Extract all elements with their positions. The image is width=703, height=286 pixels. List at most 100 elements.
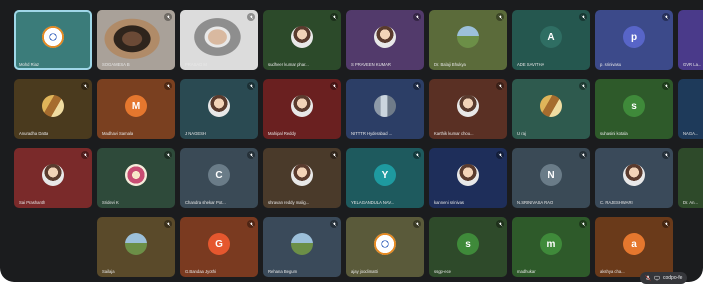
participant-name: C. RAJESHWARI <box>600 200 633 205</box>
participant-tile[interactable]: ajay joodimatti <box>346 217 424 277</box>
participant-tile[interactable]: s suhasini kotala <box>595 79 673 139</box>
self-view-chip[interactable]: codpo-fe <box>640 272 688 284</box>
participant-name: NAGA... <box>683 131 699 136</box>
mic-muted-icon <box>81 82 89 90</box>
participant-name: Madhavi Samala <box>102 131 134 136</box>
meeting-grid: Mohd Riaz SOGAMESA B PRASAD M sudheer kumar… <box>0 0 703 282</box>
mic-muted-icon <box>164 151 172 159</box>
participant-tile[interactable]: M Madhavi Samala <box>97 79 175 139</box>
mic-muted-icon <box>496 220 504 228</box>
mic-muted-icon <box>496 151 504 159</box>
participant-tile[interactable]: J NAGESH <box>180 79 258 139</box>
avatar <box>291 26 313 48</box>
participant-name: p. srinivasu <box>600 62 622 67</box>
participant-name: shravan reddy malig... <box>268 200 310 205</box>
avatar-initial: M <box>125 95 147 117</box>
participant-tile[interactable]: U raj <box>512 79 590 139</box>
participant-tile[interactable]: sudheer kumar phar... <box>263 10 341 70</box>
avatar <box>208 95 230 117</box>
mic-muted-icon <box>413 151 421 159</box>
avatar-initial: C <box>208 164 230 186</box>
mic-muted-icon <box>579 13 587 21</box>
participant-name: Karthik kumar chou... <box>434 131 474 136</box>
participant-tile[interactable]: C Chandra shekar Pot... <box>180 148 258 208</box>
participant-tile[interactable]: Sridevi K <box>97 148 175 208</box>
avatar-initial: s <box>623 95 645 117</box>
participant-name: suhasini kotala <box>600 131 628 136</box>
mic-muted-icon <box>247 151 255 159</box>
participant-tile[interactable]: Mohd Riaz <box>14 10 92 70</box>
participant-tile[interactable]: p p. srinivasu <box>595 10 673 70</box>
participant-name: Sailaja <box>102 269 115 274</box>
participant-tile[interactable]: Anuradha Datta <box>14 79 92 139</box>
avatar-initial: Y <box>374 164 396 186</box>
participant-video <box>180 10 258 70</box>
participant-name: Mohd Riaz <box>19 62 40 67</box>
avatar <box>374 95 396 117</box>
avatar <box>374 233 396 255</box>
participant-name: PRASAD M <box>185 62 207 67</box>
mic-muted-icon <box>413 13 421 21</box>
participant-name: ADE SAVITHA <box>517 62 545 67</box>
participant-tile[interactable]: NITTTR Hyderabad ... <box>346 79 424 139</box>
mic-muted-icon <box>496 13 504 21</box>
participant-tile[interactable]: s ssgp-ece <box>429 217 507 277</box>
participant-name: U raj <box>517 131 526 136</box>
participant-name: G.Bandaa Jyothi <box>185 269 216 274</box>
participant-tile[interactable]: a akshya cha... <box>595 217 673 277</box>
participant-tile[interactable]: C. RAJESHWARI <box>595 148 673 208</box>
participant-name: sudheer kumar phar... <box>268 62 309 67</box>
mic-off-icon <box>645 275 651 281</box>
participant-name: N.SRINIVASA RAO <box>517 200 554 205</box>
participant-tile[interactable]: m madhukar <box>512 217 590 277</box>
mic-muted-icon <box>579 82 587 90</box>
participant-tile[interactable]: Dr. Balaji Bhukya <box>429 10 507 70</box>
participant-tile[interactable]: Sailaja <box>97 217 175 277</box>
participant-tile[interactable]: S PRAVEEN KUMAR <box>346 10 424 70</box>
avatar-initial: a <box>623 233 645 255</box>
participant-name: Dr. Balaji Bhukya <box>434 62 466 67</box>
avatar <box>42 164 64 186</box>
participant-tile[interactable]: Karthik kumar chou... <box>429 79 507 139</box>
participant-name: Rehana Begum <box>268 269 298 274</box>
mic-muted-icon <box>330 82 338 90</box>
participant-name: NITTTR Hyderabad ... <box>351 131 393 136</box>
participant-tile[interactable]: Sai Prashanth <box>14 148 92 208</box>
participant-tile[interactable]: shravan reddy malig... <box>263 148 341 208</box>
participant-tile[interactable]: PRASAD M <box>180 10 258 70</box>
participant-name: kanneni srinivas <box>434 200 465 205</box>
avatar <box>42 95 64 117</box>
mic-muted-icon <box>81 151 89 159</box>
avatar <box>125 233 147 255</box>
participant-name: Sridevi K <box>102 200 119 205</box>
participant-tile[interactable]: Y YELAGANDULA NAV... <box>346 148 424 208</box>
participant-tile[interactable]: N N.SRINIVASA RAO <box>512 148 590 208</box>
mic-muted-icon <box>413 220 421 228</box>
participant-tile[interactable]: kanneni srinivas <box>429 148 507 208</box>
participant-tile[interactable]: Rehana Begum <box>263 217 341 277</box>
mic-muted-icon <box>662 151 670 159</box>
mic-muted-icon <box>330 220 338 228</box>
participant-tile[interactable]: Dr. An... <box>678 148 703 208</box>
avatar <box>291 233 313 255</box>
participant-name: S PRAVEEN KUMAR <box>351 62 391 67</box>
participant-name: Sai Prashanth <box>19 200 46 205</box>
participant-name: Mahipal Reddy <box>268 131 296 136</box>
participant-tile[interactable]: Mahipal Reddy <box>263 79 341 139</box>
mic-muted-icon <box>662 82 670 90</box>
mic-muted-icon <box>164 82 172 90</box>
participant-name: madhukar <box>517 269 536 274</box>
avatar-initial: A <box>540 26 562 48</box>
mic-muted-icon <box>413 82 421 90</box>
mic-muted-icon <box>164 220 172 228</box>
participant-tile[interactable]: G G.Bandaa Jyothi <box>180 217 258 277</box>
participant-tile[interactable]: NAGA... <box>678 79 703 139</box>
avatar <box>291 95 313 117</box>
participant-tile[interactable]: A ADE SAVITHA <box>512 10 590 70</box>
avatar <box>125 164 147 186</box>
participant-name: Chandra shekar Pot... <box>185 200 226 205</box>
participant-tile[interactable]: SOGAMESA B <box>97 10 175 70</box>
participant-tile[interactable]: GVR La... <box>678 10 703 70</box>
avatar <box>540 95 562 117</box>
avatar-initial: p <box>623 26 645 48</box>
